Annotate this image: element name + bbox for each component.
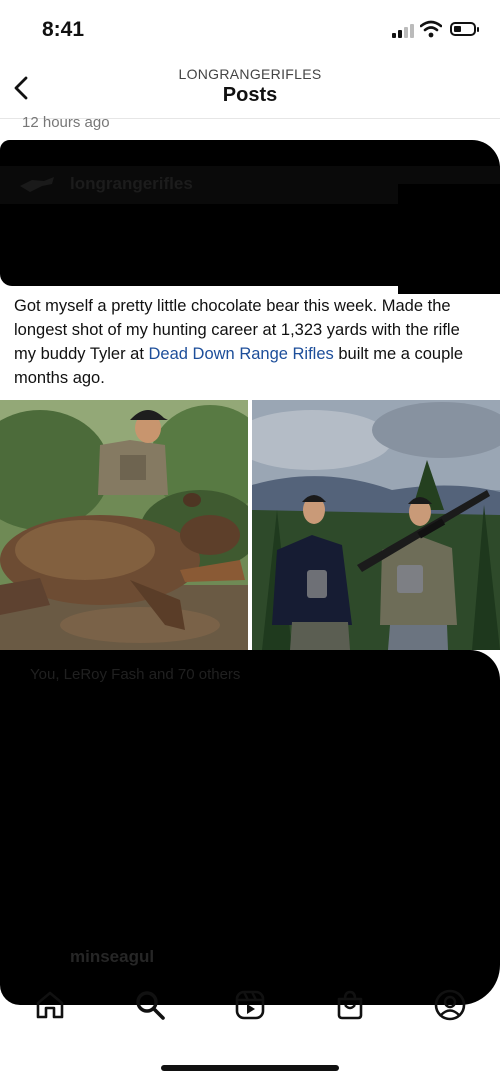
page-title: Posts [222,84,278,106]
home-icon[interactable] [33,988,67,1022]
likes-summary[interactable]: You, LeRoy Fash and 70 others [30,666,240,683]
wifi-icon [420,20,442,38]
comment-author[interactable]: minseagul [70,947,154,967]
status-time: 8:41 [42,18,85,41]
nav-header: LONGRANGERIFLES Posts [0,60,500,119]
home-indicator [161,1065,339,1071]
post-photo-hunters[interactable] [252,400,500,650]
profile-icon[interactable] [433,988,467,1022]
reels-icon[interactable] [233,988,267,1022]
search-icon[interactable] [133,988,167,1022]
post-photo-bear[interactable] [0,400,248,650]
post-timestamp: 12 hours ago [22,114,110,131]
rifle-logo-icon [20,177,54,192]
signal-icon [392,24,414,38]
battery-icon [450,22,479,36]
status-bar: 8:41 [0,0,500,60]
bottom-tab-bar [0,976,500,1036]
post-caption: Got myself a pretty little chocolate bea… [14,294,486,390]
shop-bag-icon[interactable] [333,988,367,1022]
account-name: LONGRANGERIFLES [178,66,322,82]
caption-link[interactable]: Dead Down Range Rifles [149,345,334,363]
post-author[interactable]: longrangerifles [70,174,193,194]
